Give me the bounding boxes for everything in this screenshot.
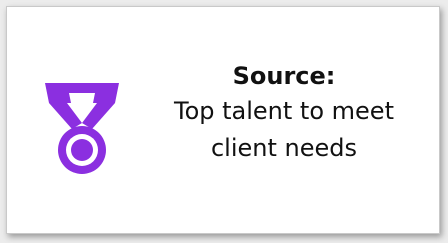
card-body-line-2: client needs (210, 134, 358, 162)
card-text: Source: Top talent to meet client needs (139, 59, 429, 167)
card-body-line-1: Top talent to meet (174, 97, 394, 125)
page-background: Source: Top talent to meet client needs (0, 0, 448, 243)
medal-icon (41, 77, 123, 179)
card-heading: Source: (232, 62, 336, 90)
info-card: Source: Top talent to meet client needs (6, 6, 440, 234)
